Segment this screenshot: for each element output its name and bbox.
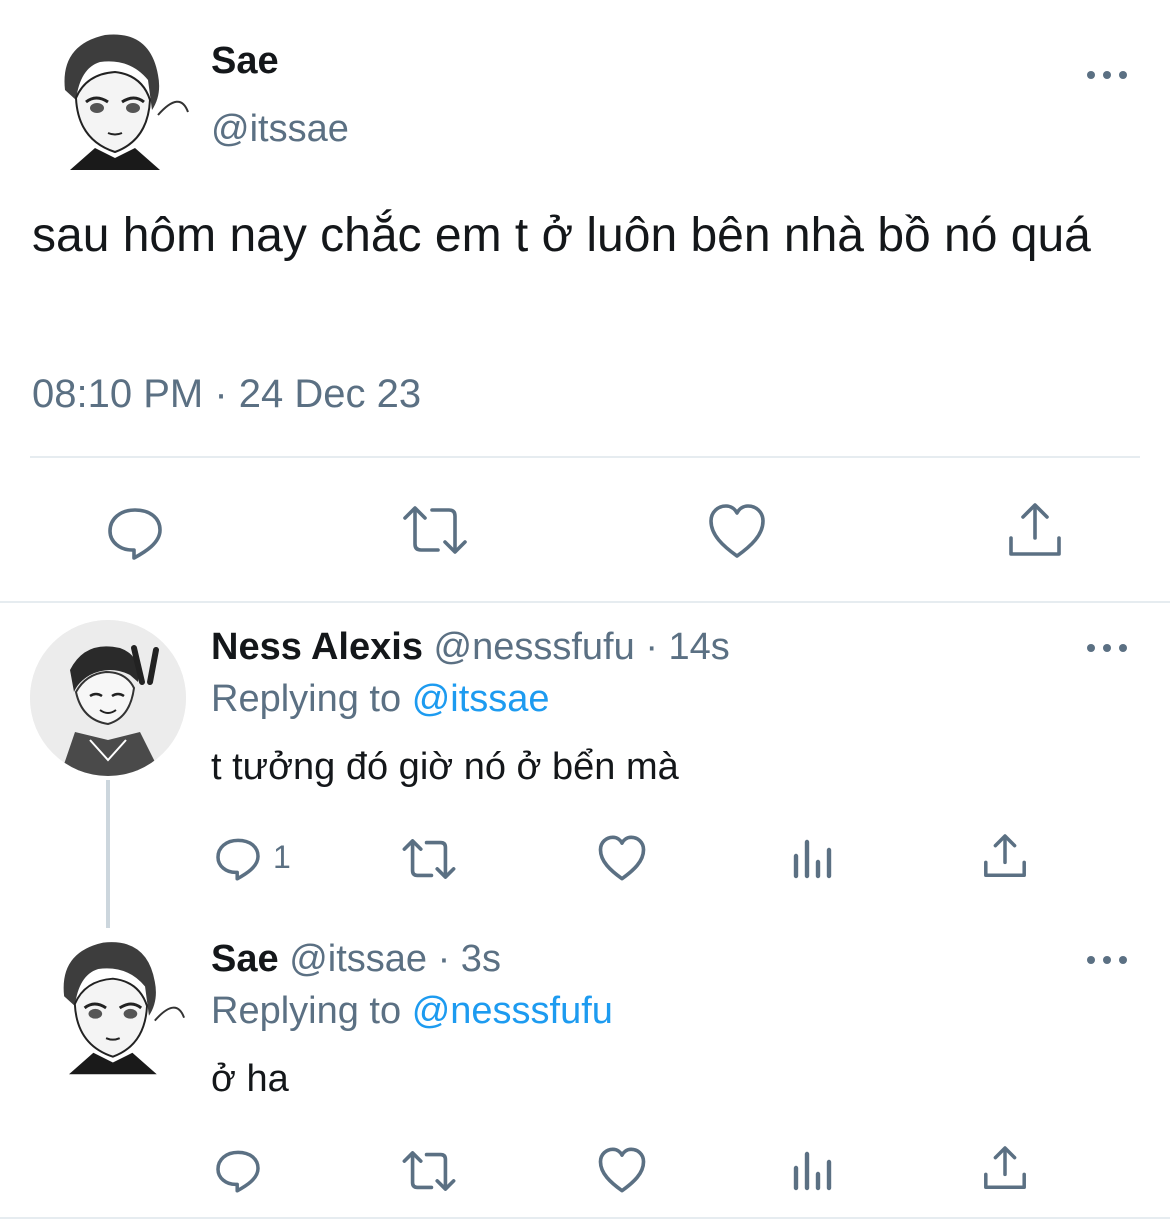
- tweet-text: sau hôm nay chắc em t ở luôn bên nhà bồ …: [32, 209, 1091, 262]
- more-options-icon[interactable]: [1087, 68, 1127, 82]
- reply-header: Ness Alexis @nesssfufu · 14s: [211, 626, 730, 669]
- replying-to: Replying to @itssae: [211, 678, 550, 721]
- like-icon[interactable]: [597, 1146, 647, 1194]
- author-name[interactable]: Sae: [211, 40, 279, 83]
- reply-author-handle[interactable]: @itssae: [289, 938, 427, 980]
- analytics-icon[interactable]: [792, 1148, 836, 1192]
- divider: [30, 456, 1140, 458]
- reply-icon[interactable]: [105, 502, 165, 562]
- thread-connector: [106, 780, 110, 928]
- author-handle[interactable]: @itssae: [211, 108, 349, 151]
- like-icon[interactable]: [707, 502, 767, 560]
- reply-icon[interactable]: [214, 1146, 262, 1194]
- analytics-icon[interactable]: [792, 836, 836, 880]
- reply-author-avatar[interactable]: [30, 928, 186, 1084]
- author-avatar[interactable]: [30, 20, 190, 180]
- more-options-icon[interactable]: [1087, 953, 1127, 967]
- retweet-icon[interactable]: [400, 1148, 458, 1194]
- reply-time[interactable]: · 14s: [645, 626, 729, 668]
- replying-to: Replying to @nesssfufu: [211, 990, 613, 1033]
- share-icon[interactable]: [981, 1144, 1029, 1192]
- reply-text: t tưởng đó giờ nó ở bển mà: [211, 746, 679, 788]
- retweet-icon[interactable]: [400, 502, 470, 558]
- tweet-timestamp[interactable]: 08:10 PM · 24 Dec 23: [32, 372, 421, 417]
- share-icon[interactable]: [981, 832, 1029, 880]
- reply-author-handle[interactable]: @nesssfufu: [434, 626, 635, 668]
- divider: [0, 1217, 1170, 1219]
- replying-to-link[interactable]: @nesssfufu: [412, 990, 613, 1032]
- replying-to-link[interactable]: @itssae: [412, 678, 550, 720]
- replying-label: Replying to: [211, 990, 402, 1032]
- reply-author-name[interactable]: Ness Alexis: [211, 626, 423, 668]
- more-options-icon[interactable]: [1087, 641, 1127, 655]
- reply-text: ở ha: [211, 1058, 289, 1100]
- reply-time[interactable]: · 3s: [438, 938, 501, 980]
- reply-icon[interactable]: [214, 834, 262, 882]
- reply-author-avatar[interactable]: [30, 620, 186, 776]
- like-icon[interactable]: [597, 834, 647, 882]
- replying-label: Replying to: [211, 678, 402, 720]
- retweet-icon[interactable]: [400, 836, 458, 882]
- reply-header: Sae @itssae · 3s: [211, 938, 501, 981]
- reply-count: 1: [273, 839, 291, 875]
- reply-author-name[interactable]: Sae: [211, 938, 279, 980]
- share-icon[interactable]: [1005, 500, 1065, 560]
- divider: [0, 601, 1170, 603]
